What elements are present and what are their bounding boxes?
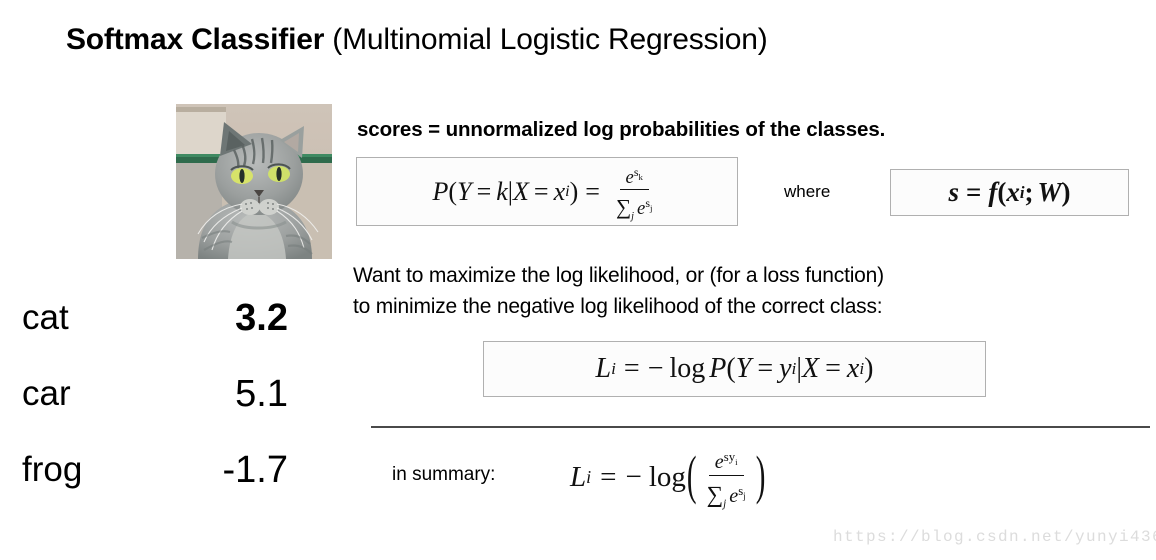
formula-prob-fraction: esk ∑j esj [610, 161, 659, 223]
score-label-frog: frog [22, 450, 83, 489]
cat-photo-illustration [176, 104, 332, 259]
score-row-car: car 5.1 [0, 369, 330, 419]
formula-prob-X: X [513, 176, 529, 206]
formula-summary-numerator: esyi [708, 444, 744, 476]
formula-prob-Y: Y [457, 176, 472, 206]
formula-prob-k: k [496, 176, 508, 206]
score-label-car: car [22, 374, 71, 413]
formula-loss-X: X [801, 353, 820, 384]
formula-score-semi: ; [1024, 177, 1034, 207]
formula-prob-open: ( [448, 176, 458, 206]
cat-photo [176, 104, 332, 259]
score-value-cat: 3.2 [235, 297, 288, 339]
in-summary-label: in summary: [392, 464, 496, 485]
formula-summary-L: L [570, 460, 587, 493]
formula-summary-open: ( [686, 446, 697, 506]
formula-loss-minus: − [647, 353, 664, 384]
formula-prob-denominator: ∑j esj [610, 190, 659, 223]
formula-summary-denominator: ∑j esj [701, 476, 752, 511]
formula-summary-den-j: j [743, 492, 746, 503]
formula-score-eq: = [965, 177, 982, 207]
formula-loss-eq1: = [623, 353, 640, 384]
formula-prob-eq1: = [476, 176, 492, 206]
formula-loss-Y: Y [735, 353, 752, 384]
formula-summary-minus: − [625, 460, 642, 493]
formula-loss-box: Li = − log P(Y = y i | X = x i) [483, 341, 986, 397]
formula-loss: Li = − log P(Y = y i | X = x i) [484, 342, 985, 396]
formula-probability-box: P(Y = k | X = x i) = esk ∑j esj [356, 157, 738, 226]
formula-score-open: ( [997, 177, 1007, 207]
formula-prob-sigma-j: j [631, 210, 635, 222]
formula-summary-sigma-j: j [723, 497, 727, 510]
formula-summary-den-e: e [729, 484, 739, 507]
score-value-car: 5.1 [235, 373, 288, 415]
formula-prob-P: P [432, 176, 449, 206]
formula-loss-log: log [669, 353, 706, 384]
formula-loss-open: ( [726, 353, 736, 384]
formula-score-close: ) [1061, 177, 1071, 207]
formula-score-W: W [1037, 177, 1062, 207]
formula-prob-numerator: esk [619, 161, 649, 190]
page-title-bold: Softmax Classifier [66, 23, 325, 56]
page-title: Softmax Classifier (Multinomial Logistic… [66, 20, 768, 60]
formula-loss-L: L [595, 353, 612, 384]
formula-loss-eq2: = [757, 353, 774, 384]
score-label-cat: cat [22, 298, 69, 337]
formula-score-f: f [988, 177, 998, 207]
formula-summary-close: ) [755, 446, 766, 506]
formula-summary-log: log [648, 460, 686, 493]
watermark: https://blog.csdn.net/yunyi4367 [833, 528, 1156, 546]
formula-loss-P: P [709, 353, 727, 384]
formula-prob-x: x [553, 176, 566, 206]
score-row-cat: cat 3.2 [0, 293, 330, 343]
formula-loss-eq3: = [825, 353, 841, 384]
scores-heading: scores = unnormalized log probabilities … [357, 118, 886, 141]
score-row-frog: frog -1.7 [0, 445, 330, 495]
formula-summary-fraction: esyi ∑j esj [701, 444, 752, 511]
formula-summary-eq: = [600, 460, 617, 493]
formula-summary-sub-i: i [586, 466, 592, 487]
formula-summary-row: Li = − log( esyi ∑j esj ) [570, 437, 766, 517]
formula-prob-eq3: = [585, 176, 600, 206]
formula-summary-sigma: ∑ [706, 481, 724, 508]
formula-prob-close: ) [569, 176, 579, 206]
formula-prob-den-j: j [650, 203, 653, 214]
formula-loss-close: ) [864, 353, 874, 384]
maximize-likelihood-text: Want to maximize the log likelihood, or … [353, 264, 884, 318]
formula-probability: P(Y = k | X = x i) = esk ∑j esj [357, 158, 737, 225]
formula-score-s: s [948, 177, 959, 207]
formula-prob-eq2: = [533, 176, 549, 206]
formula-summary-num-e: e [714, 450, 724, 473]
score-value-frog: -1.7 [222, 449, 288, 491]
formula-score-box: s = f(x i; W) [890, 169, 1129, 216]
formula-loss-y: y [779, 353, 792, 384]
section-divider [371, 426, 1150, 428]
formula-prob-num-k: k [638, 171, 643, 182]
page-title-regular: (Multinomial Logistic Regression) [324, 23, 768, 56]
formula-prob-den-e: e [637, 197, 646, 219]
where-label: where [784, 182, 831, 201]
formula-prob-sigma: ∑ [615, 194, 632, 219]
formula-loss-sub-i: i [611, 359, 616, 378]
formula-prob-num-e: e [625, 166, 634, 188]
formula-score: s = f(x i; W) [891, 170, 1128, 215]
formula-loss-x: x [846, 353, 860, 384]
formula-score-x: x [1006, 177, 1020, 207]
formula-summary: Li = − log( esyi ∑j esj ) [570, 437, 766, 517]
formula-summary-num-i: i [735, 457, 738, 468]
